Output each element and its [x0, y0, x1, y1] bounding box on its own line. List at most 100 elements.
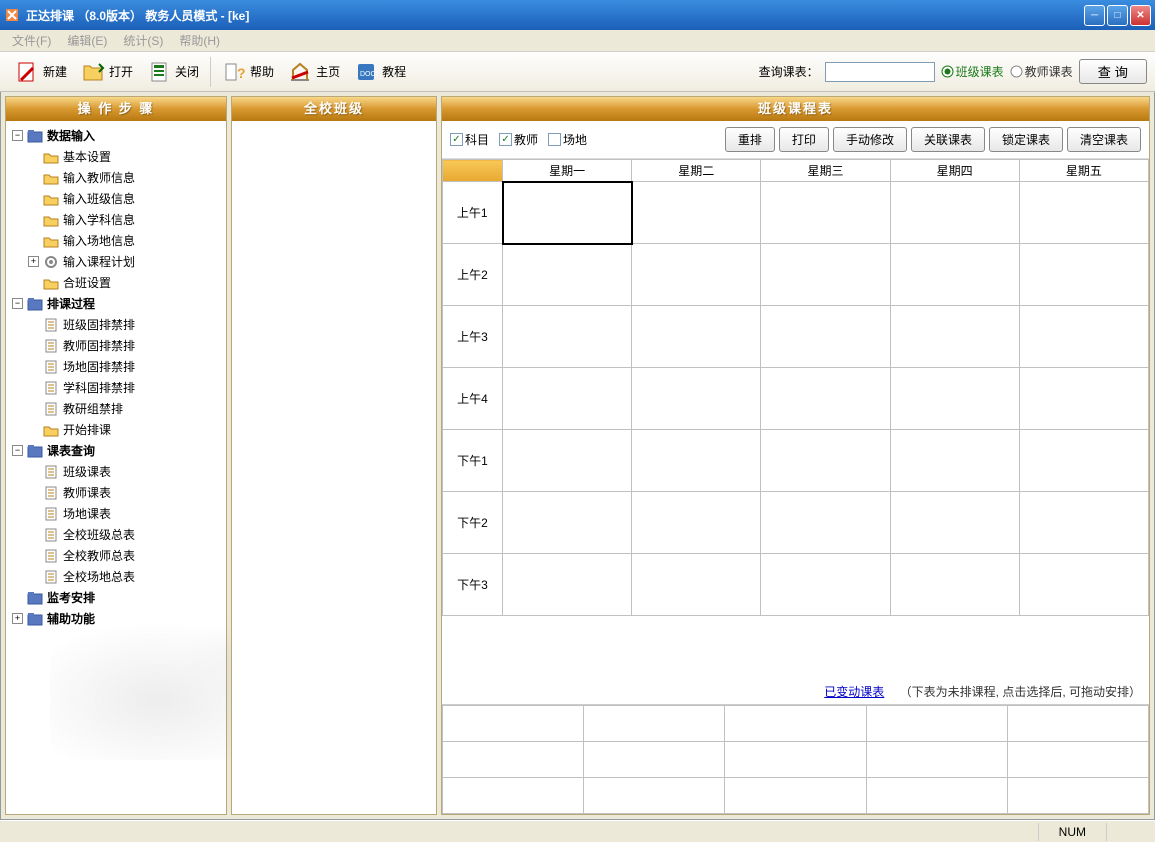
- tree-item-teacher-fix[interactable]: 教师固排禁排: [8, 335, 224, 356]
- unassigned-cell[interactable]: [725, 706, 866, 742]
- help-button[interactable]: ? 帮助: [215, 55, 281, 89]
- schedule-cell[interactable]: [890, 368, 1019, 430]
- collapse-icon[interactable]: −: [12, 298, 23, 309]
- schedule-cell[interactable]: [1019, 306, 1148, 368]
- unassigned-cell[interactable]: [866, 742, 1007, 778]
- tree-item-input-teacher[interactable]: 输入教师信息: [8, 167, 224, 188]
- tree-group-schedule-process[interactable]: − 排课过程: [8, 293, 224, 314]
- schedule-cell[interactable]: [761, 244, 890, 306]
- schedule-cell[interactable]: [503, 244, 632, 306]
- schedule-cell[interactable]: [890, 492, 1019, 554]
- tree-item-all-teacher[interactable]: 全校教师总表: [8, 545, 224, 566]
- open-button[interactable]: 打开: [74, 55, 140, 89]
- query-button[interactable]: 查 询: [1079, 59, 1147, 84]
- schedule-cell[interactable]: [632, 306, 761, 368]
- schedule-cell[interactable]: [761, 182, 890, 244]
- tree-group-data-input[interactable]: − 数据输入: [8, 125, 224, 146]
- tree-item-basic-settings[interactable]: 基本设置: [8, 146, 224, 167]
- new-button[interactable]: 新建: [8, 55, 74, 89]
- schedule-cell[interactable]: [503, 368, 632, 430]
- tree-item-input-class[interactable]: 输入班级信息: [8, 188, 224, 209]
- schedule-cell[interactable]: [503, 492, 632, 554]
- unassigned-cell[interactable]: [443, 742, 584, 778]
- checkbox-place[interactable]: 场地: [548, 131, 587, 148]
- checkbox-subject[interactable]: ✓ 科目: [450, 131, 489, 148]
- unassigned-cell[interactable]: [725, 742, 866, 778]
- schedule-cell[interactable]: [632, 368, 761, 430]
- home-button[interactable]: 主页: [281, 55, 347, 89]
- unassigned-cell[interactable]: [584, 742, 725, 778]
- expand-icon[interactable]: +: [12, 613, 23, 624]
- class-list[interactable]: [232, 121, 436, 814]
- minimize-button[interactable]: ─: [1084, 5, 1105, 26]
- lock-table-button[interactable]: 锁定课表: [989, 127, 1063, 152]
- schedule-cell[interactable]: [632, 554, 761, 616]
- maximize-button[interactable]: □: [1107, 5, 1128, 26]
- tree-item-class-table[interactable]: 班级课表: [8, 461, 224, 482]
- clear-table-button[interactable]: 清空课表: [1067, 127, 1141, 152]
- close-button[interactable]: ✕: [1130, 5, 1151, 26]
- unassigned-cell[interactable]: [584, 778, 725, 814]
- unassigned-cell[interactable]: [725, 778, 866, 814]
- schedule-cell[interactable]: [632, 244, 761, 306]
- unassigned-cell[interactable]: [443, 778, 584, 814]
- schedule-cell[interactable]: [1019, 554, 1148, 616]
- schedule-cell[interactable]: [1019, 182, 1148, 244]
- unassigned-cell[interactable]: [584, 706, 725, 742]
- radio-class-schedule[interactable]: 班级课表: [941, 63, 1004, 80]
- tree-item-class-fix[interactable]: 班级固排禁排: [8, 314, 224, 335]
- tree-item-all-place[interactable]: 全校场地总表: [8, 566, 224, 587]
- query-input[interactable]: [825, 62, 935, 82]
- menu-edit[interactable]: 编辑(E): [59, 30, 115, 51]
- close-file-button[interactable]: 关闭: [140, 55, 206, 89]
- tree-item-all-class[interactable]: 全校班级总表: [8, 524, 224, 545]
- unassigned-cell[interactable]: [1007, 742, 1148, 778]
- schedule-cell[interactable]: [503, 430, 632, 492]
- collapse-icon[interactable]: −: [12, 130, 23, 141]
- tree-item-input-place[interactable]: 输入场地信息: [8, 230, 224, 251]
- tutorial-button[interactable]: DOCS 教程: [347, 55, 413, 89]
- radio-teacher-schedule[interactable]: 教师课表: [1010, 63, 1073, 80]
- schedule-cell[interactable]: [890, 306, 1019, 368]
- schedule-cell[interactable]: [890, 182, 1019, 244]
- tree-item-place-table[interactable]: 场地课表: [8, 503, 224, 524]
- schedule-cell[interactable]: [890, 430, 1019, 492]
- tree-item-place-fix[interactable]: 场地固排禁排: [8, 356, 224, 377]
- schedule-cell[interactable]: [761, 554, 890, 616]
- tree-item-group-forbid[interactable]: 教研组禁排: [8, 398, 224, 419]
- schedule-cell[interactable]: [761, 368, 890, 430]
- unassigned-cell[interactable]: [866, 706, 1007, 742]
- schedule-cell[interactable]: [503, 182, 632, 244]
- schedule-cell[interactable]: [632, 492, 761, 554]
- tree-item-teacher-table[interactable]: 教师课表: [8, 482, 224, 503]
- collapse-icon[interactable]: −: [12, 445, 23, 456]
- schedule-cell[interactable]: [503, 306, 632, 368]
- schedule-cell[interactable]: [632, 430, 761, 492]
- tree-group-query[interactable]: − 课表查询: [8, 440, 224, 461]
- schedule-cell[interactable]: [1019, 368, 1148, 430]
- manual-edit-button[interactable]: 手动修改: [833, 127, 907, 152]
- print-button[interactable]: 打印: [779, 127, 829, 152]
- unassigned-cell[interactable]: [866, 778, 1007, 814]
- tree-group-exam[interactable]: 监考安排: [8, 587, 224, 608]
- schedule-cell[interactable]: [761, 492, 890, 554]
- schedule-cell[interactable]: [632, 182, 761, 244]
- schedule-cell[interactable]: [890, 244, 1019, 306]
- schedule-cell[interactable]: [761, 430, 890, 492]
- rearrange-button[interactable]: 重排: [725, 127, 775, 152]
- link-table-button[interactable]: 关联课表: [911, 127, 985, 152]
- menu-file[interactable]: 文件(F): [4, 30, 59, 51]
- checkbox-teacher[interactable]: ✓ 教师: [499, 131, 538, 148]
- unassigned-cell[interactable]: [443, 706, 584, 742]
- schedule-cell[interactable]: [1019, 430, 1148, 492]
- tree-group-aux[interactable]: + 辅助功能: [8, 608, 224, 629]
- schedule-cell[interactable]: [1019, 492, 1148, 554]
- tree-item-subject-fix[interactable]: 学科固排禁排: [8, 377, 224, 398]
- menu-stats[interactable]: 统计(S): [115, 30, 171, 51]
- schedule-cell[interactable]: [890, 554, 1019, 616]
- schedule-cell[interactable]: [503, 554, 632, 616]
- tree-item-start-schedule[interactable]: 开始排课: [8, 419, 224, 440]
- unassigned-cell[interactable]: [1007, 778, 1148, 814]
- tree-item-input-plan[interactable]: +输入课程计划: [8, 251, 224, 272]
- tree-item-input-subject[interactable]: 输入学科信息: [8, 209, 224, 230]
